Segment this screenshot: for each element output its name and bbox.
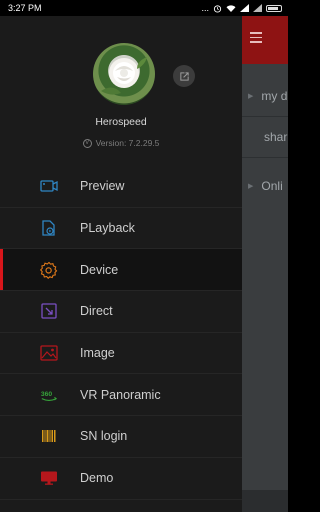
- chevron-right-icon: ▶: [248, 93, 254, 100]
- menu-item-image[interactable]: Image: [0, 333, 242, 375]
- menu-label: PLayback: [80, 221, 135, 236]
- alarm-icon: [213, 4, 222, 13]
- background-row-my-devices[interactable]: ▶ my d: [242, 76, 288, 116]
- battery-icon: [266, 4, 282, 12]
- menu-item-preview[interactable]: Preview: [0, 166, 242, 208]
- menu-item-sn-login[interactable]: SN login: [0, 416, 242, 458]
- divider: [242, 157, 288, 158]
- notification-dots: ...: [201, 3, 209, 13]
- status-bar: 3:27 PM ...: [0, 0, 288, 16]
- playback-icon: [40, 219, 58, 237]
- username: Herospeed: [95, 116, 147, 128]
- menu-item-playback[interactable]: PLayback: [0, 208, 242, 250]
- signal-icon-2: [253, 4, 262, 12]
- status-icons: ...: [201, 3, 282, 13]
- background-row-shared[interactable]: shar: [242, 117, 288, 157]
- background-row-online[interactable]: ▶ Onli: [242, 166, 288, 206]
- menu-label: SN login: [80, 429, 128, 444]
- hamburger-menu-icon[interactable]: [250, 32, 262, 44]
- menu-item-vr-panoramic[interactable]: 360 VR Panoramic: [0, 374, 242, 417]
- gear-icon: [40, 261, 58, 279]
- menu-label: Image: [80, 346, 115, 361]
- status-time: 3:27 PM: [8, 3, 42, 13]
- signal-icon: [240, 4, 249, 12]
- wifi-icon: [226, 4, 236, 12]
- profile-section: Herospeed V Version: 7.2.29.5: [0, 16, 242, 166]
- background-app: ▶ my d shar ▶ Onli: [242, 16, 288, 512]
- menu-label: Preview: [80, 179, 125, 194]
- svg-text:360: 360: [41, 391, 53, 398]
- chevron-right-icon: ▶: [248, 183, 254, 190]
- menu-item-direct[interactable]: Direct: [0, 291, 242, 333]
- menu-item-demo[interactable]: Demo: [0, 458, 242, 500]
- direct-icon: [40, 302, 58, 320]
- menu-label: Direct: [80, 304, 113, 319]
- menu-label: Device: [80, 262, 119, 277]
- avatar[interactable]: [93, 43, 155, 105]
- navigation-drawer: Herospeed V Version: 7.2.29.5 Preview PL…: [0, 16, 242, 512]
- version-icon: V: [82, 138, 92, 148]
- menu-item-device[interactable]: Device: [0, 249, 242, 292]
- menu-label: VR Panoramic: [80, 387, 161, 402]
- menu-label: Demo: [80, 471, 114, 486]
- barcode-icon: [40, 427, 58, 445]
- preview-camera-icon: [40, 177, 58, 195]
- 360-icon: 360: [40, 386, 58, 404]
- background-header: [242, 16, 288, 64]
- version-info: V Version: 7.2.29.5: [0, 138, 242, 148]
- version-text: Version: 7.2.29.5: [95, 138, 160, 148]
- share-icon: [179, 71, 189, 81]
- rose-image: [101, 57, 147, 95]
- image-icon: [40, 344, 58, 362]
- monitor-icon: [40, 469, 58, 487]
- background-footer: [242, 490, 288, 512]
- drawer-menu: Preview PLayback Device Direct Image 360…: [0, 166, 242, 500]
- share-button[interactable]: [173, 65, 195, 87]
